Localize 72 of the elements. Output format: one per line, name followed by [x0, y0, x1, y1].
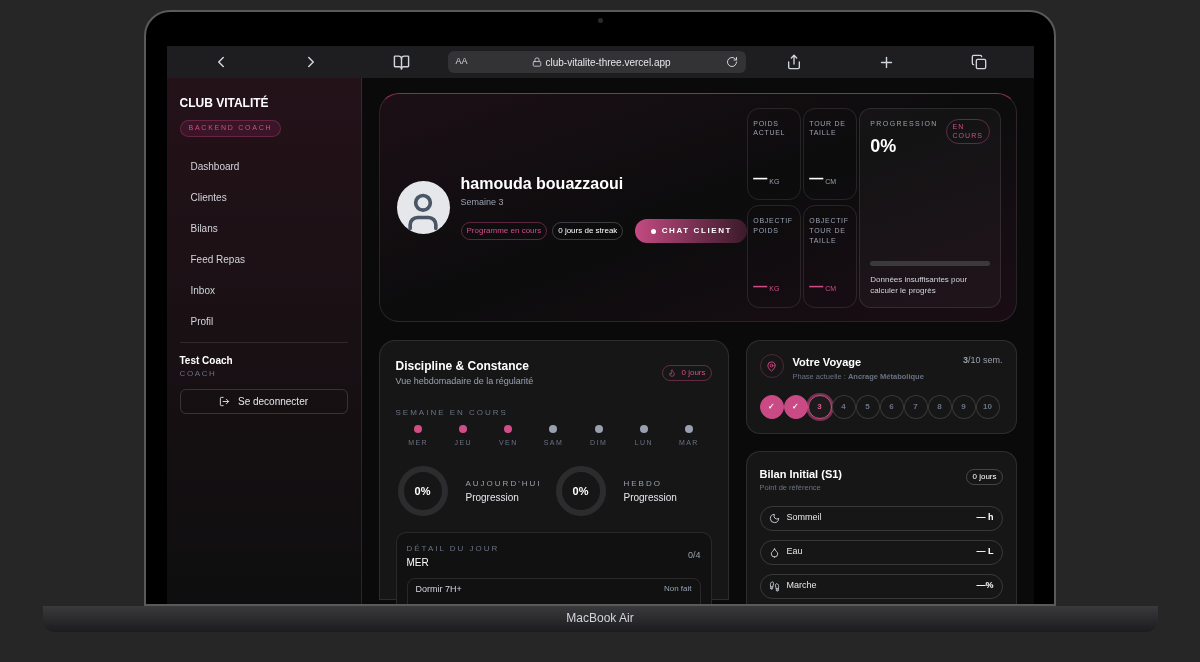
camera-icon — [597, 18, 603, 23]
ring-value: 0% — [414, 483, 431, 499]
metric-label: Sommeil — [786, 511, 822, 525]
detail-heading: DÉTAIL DU JOUR — [406, 543, 500, 555]
nav-item[interactable]: Clientes — [179, 181, 348, 213]
streak-days: 0 jours — [681, 367, 706, 379]
logout-icon — [218, 395, 230, 407]
ring-label: HEBDO — [623, 477, 663, 490]
metric-label: Marche — [786, 579, 817, 593]
stat-value: — — [753, 169, 768, 189]
journey-step: 7 — [903, 394, 928, 419]
nav-item[interactable]: Profil — [179, 305, 348, 337]
journey-step: 9 — [951, 394, 976, 419]
text-size-button[interactable]: AA — [455, 55, 468, 69]
ring-label: AUJOURD'HUI — [465, 477, 542, 490]
progress-ring — [553, 464, 608, 518]
journey-step: 5 — [855, 394, 880, 419]
detail-day: MER — [406, 555, 500, 570]
avatar-placeholder — [396, 181, 450, 234]
progression-value: 0% — [870, 135, 898, 158]
metric-value: — h — [976, 511, 994, 525]
client-name: hamouda bouazzaoui — [460, 173, 625, 194]
task-count: 0/4 — [688, 549, 701, 562]
journey-step: 10 — [975, 394, 1000, 419]
tabs-icon[interactable] — [970, 54, 987, 70]
footprints-icon — [768, 580, 780, 592]
map-pin-icon — [766, 360, 777, 372]
url-text: club-vitalite-three.vercel.app — [545, 55, 671, 70]
card-title: Discipline & Constance — [395, 358, 530, 375]
user-role: COACH — [179, 367, 218, 380]
journey-step: 6 — [879, 394, 904, 419]
moon-icon — [768, 512, 780, 524]
progression-note: Données insuffisantes pour calculer le progrès — [870, 274, 969, 297]
lock-icon — [531, 57, 542, 67]
nav-item[interactable]: Bilans — [179, 212, 348, 244]
stat-value: — — [809, 276, 824, 296]
ring-value: 0% — [572, 483, 589, 499]
task-status: Non fait — [663, 583, 692, 595]
week-counter: 3/10 sem. — [962, 354, 1003, 367]
reload-icon[interactable] — [725, 56, 738, 68]
journey-step: ✓ — [783, 394, 808, 419]
bilan-title: Bilan Initial (S1) — [759, 466, 842, 482]
ring-caption: Progression — [465, 490, 520, 505]
journey-step: ✓ — [759, 394, 784, 419]
metric-value: — L — [976, 545, 994, 559]
card-subtitle: Vue hebdomadaire de la régularité — [395, 375, 534, 388]
progress-ring — [395, 464, 450, 518]
nav-item[interactable]: Feed Repas — [179, 243, 348, 275]
book-icon[interactable] — [392, 53, 410, 71]
address-bar[interactable]: AA club-vitalite-three.vercel.app — [447, 51, 746, 73]
droplet-icon — [768, 546, 780, 558]
nav-item[interactable]: Dashboard — [179, 150, 348, 182]
nav-item[interactable]: Inbox — [179, 274, 348, 306]
metric-value: —% — [976, 579, 994, 593]
brand-title: CLUB VITALITÉ — [179, 94, 270, 112]
journey-step: 4 — [831, 394, 856, 419]
journey-title: Votre Voyage — [792, 355, 863, 370]
device-label: MacBook Air — [566, 610, 634, 627]
journey-step: 3 — [807, 394, 832, 419]
stat-value: — — [809, 169, 824, 189]
metric-label: Eau — [786, 545, 803, 559]
journey-step: 8 — [927, 394, 952, 419]
flame-icon — [668, 369, 677, 377]
chat-button[interactable]: CHAT CLIENT — [635, 219, 748, 244]
week-heading: SEMAINE EN COURS — [395, 406, 509, 419]
share-icon[interactable] — [785, 54, 802, 70]
logout-button[interactable]: Se deconnecter — [179, 388, 348, 414]
stat-value: — — [753, 276, 768, 296]
user-name: Test Coach — [179, 353, 234, 368]
ring-caption: Progression — [623, 490, 677, 505]
week-label: Semaine 3 — [460, 195, 505, 209]
task-name: Dormir 7H+ — [415, 583, 462, 596]
